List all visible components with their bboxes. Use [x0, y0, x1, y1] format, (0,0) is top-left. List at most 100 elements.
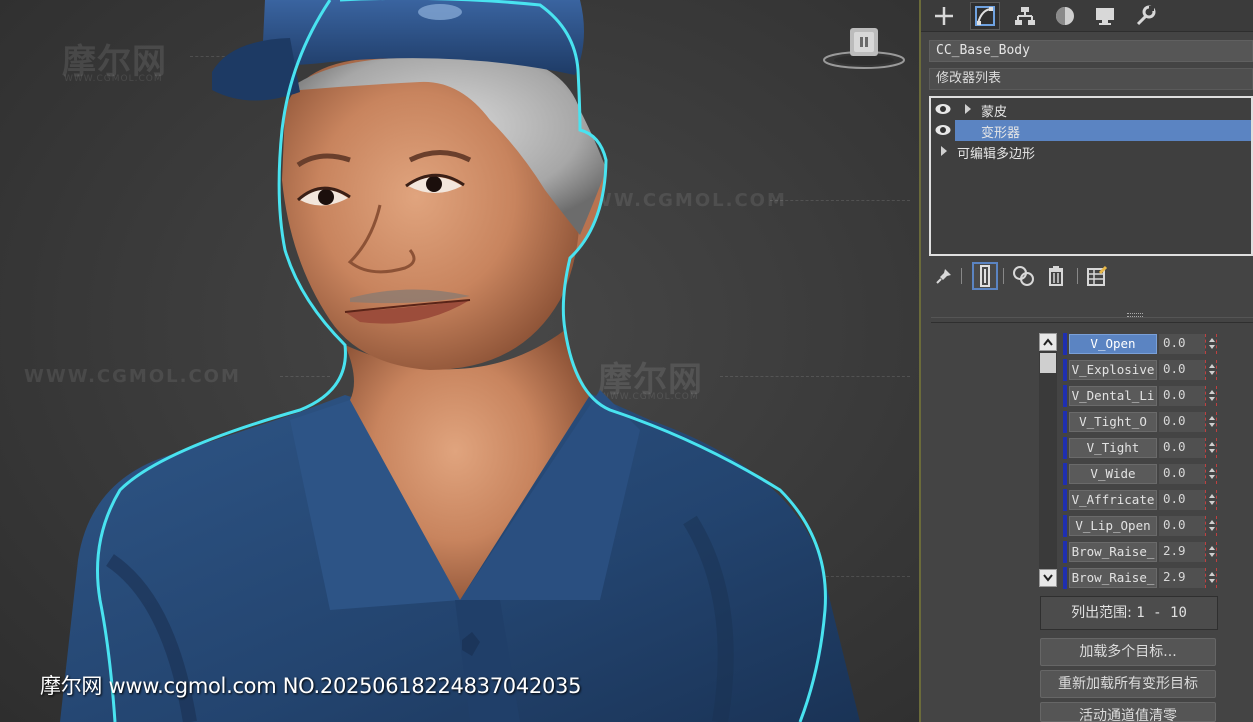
channel-value-field[interactable]: 2.9 — [1159, 542, 1205, 562]
character-model[interactable] — [0, 0, 919, 722]
reload-all-morph-targets-button[interactable]: 重新加载所有变形目标 — [1040, 670, 1216, 698]
channel-name-button[interactable]: V_Open — [1069, 334, 1157, 354]
channel-value-field[interactable]: 0.0 — [1159, 360, 1205, 380]
channel-spinner[interactable] — [1205, 516, 1217, 536]
channel-spinner[interactable] — [1205, 490, 1217, 510]
tab-utilities[interactable] — [1130, 2, 1160, 30]
modifier-list-dropdown[interactable]: 修改器列表 — [929, 68, 1253, 90]
stack-item-editable-poly[interactable]: 可编辑多边形 — [931, 141, 1251, 162]
scroll-down-button[interactable] — [1039, 569, 1057, 587]
remove-modifier-button[interactable] — [1043, 262, 1069, 290]
make-unique-button[interactable] — [1011, 262, 1037, 290]
channel-color-bar — [1063, 489, 1067, 511]
channel-value-field[interactable]: 0.0 — [1159, 490, 1205, 510]
channel-color-bar — [1063, 515, 1067, 537]
command-panel: CC_Base_Body 修改器列表 蒙皮 变形器 可编辑多边形 V_Open … — [921, 0, 1253, 722]
plus-icon — [935, 7, 953, 25]
eye-icon[interactable] — [935, 124, 951, 136]
channel-row: V_Lip_Open 0.0 — [1063, 515, 1223, 537]
motion-sphere-icon — [1056, 7, 1074, 25]
channel-row: Brow_Raise_ 2.9 — [1063, 567, 1223, 589]
object-name-field[interactable]: CC_Base_Body — [929, 40, 1253, 62]
channel-row: V_Tight 0.0 — [1063, 437, 1223, 459]
chevron-up-icon — [1043, 338, 1053, 346]
tab-hierarchy[interactable] — [1010, 2, 1040, 30]
expand-arrow-icon[interactable] — [965, 104, 971, 114]
scroll-up-button[interactable] — [1039, 333, 1057, 351]
channel-color-bar — [1063, 359, 1067, 381]
configure-modifier-sets-icon — [1087, 265, 1108, 286]
display-monitor-icon — [1096, 8, 1114, 25]
channel-spinner[interactable] — [1205, 438, 1217, 458]
tab-motion[interactable] — [1050, 2, 1080, 30]
scroll-thumb[interactable] — [1040, 353, 1056, 373]
tab-create[interactable] — [929, 2, 959, 30]
show-end-result-button[interactable] — [972, 262, 998, 290]
channel-name-button[interactable]: Brow_Raise_ — [1069, 568, 1157, 588]
tab-display[interactable] — [1090, 2, 1120, 30]
channel-value-field[interactable]: 0.0 — [1159, 516, 1205, 536]
watermark-caption: 摩尔网 www.cgmol.com NO.2025061822483704203… — [40, 674, 582, 698]
toolbar-separator — [1077, 268, 1078, 284]
load-multiple-targets-button[interactable]: 加载多个目标... — [1040, 638, 1216, 666]
channel-name-button[interactable]: V_Lip_Open — [1069, 516, 1157, 536]
wrench-icon — [1136, 5, 1156, 26]
stack-item-skin[interactable]: 蒙皮 — [931, 99, 1251, 120]
channel-value-field[interactable]: 0.0 — [1159, 438, 1205, 458]
channel-spinner[interactable] — [1205, 334, 1217, 354]
make-unique-icon — [1013, 266, 1034, 286]
stack-item-label: 蒙皮 — [981, 105, 1008, 120]
channel-color-bar — [1063, 385, 1067, 407]
hierarchy-icon — [1015, 7, 1035, 25]
iris-right — [426, 176, 442, 192]
zero-active-channels-button[interactable]: 活动通道值清零 — [1040, 702, 1216, 722]
3d-viewport[interactable]: 摩尔网 WWW.CGMOL.COM WWW.CGMOL.COM WWW.CGMO… — [0, 0, 919, 722]
list-range-display: 列出范围: 1 - 10 — [1040, 596, 1218, 630]
channel-row: V_Affricate 0.0 — [1063, 489, 1223, 511]
modifier-stack[interactable]: 蒙皮 变形器 可编辑多边形 — [929, 96, 1253, 256]
list-range-label: 列出范围: — [1071, 605, 1132, 621]
channel-spinner[interactable] — [1205, 568, 1217, 588]
rollout-separator — [931, 317, 1253, 318]
channel-row: V_Open 0.0 — [1063, 333, 1223, 355]
configure-modifier-sets-button[interactable] — [1084, 262, 1110, 290]
tab-modify[interactable] — [970, 2, 1000, 30]
channel-color-bar — [1063, 463, 1067, 485]
channel-name-button[interactable]: V_Tight_O — [1069, 412, 1157, 432]
channel-spinner[interactable] — [1205, 412, 1217, 432]
channel-name-button[interactable]: Brow_Raise_ — [1069, 542, 1157, 562]
channel-row: V_Explosive 0.0 — [1063, 359, 1223, 381]
show-end-result-icon — [980, 265, 990, 287]
channel-name-button[interactable]: V_Wide — [1069, 464, 1157, 484]
chevron-down-icon — [1043, 574, 1053, 582]
channel-scrollbar[interactable] — [1039, 333, 1057, 587]
stack-item-label: 变形器 — [981, 126, 1021, 141]
channel-name-button[interactable]: V_Explosive — [1069, 360, 1157, 380]
toolbar-separator — [961, 268, 962, 284]
channel-value-field[interactable]: 0.0 — [1159, 412, 1205, 432]
channel-value-field[interactable]: 0.0 — [1159, 464, 1205, 484]
channel-name-button[interactable]: V_Affricate — [1069, 490, 1157, 510]
channel-spinner[interactable] — [1205, 464, 1217, 484]
remove-modifier-icon — [1049, 266, 1063, 286]
channel-name-button[interactable]: V_Dental_Li — [1069, 386, 1157, 406]
channel-row: Brow_Raise_ 2.9 — [1063, 541, 1223, 563]
cap-highlight — [418, 4, 462, 20]
channel-value-field[interactable]: 0.0 — [1159, 386, 1205, 406]
expand-arrow-icon[interactable] — [941, 146, 947, 156]
channel-row: V_Wide 0.0 — [1063, 463, 1223, 485]
channel-spinner[interactable] — [1205, 386, 1217, 406]
channel-row: V_Tight_O 0.0 — [1063, 411, 1223, 433]
channel-value-field[interactable]: 0.0 — [1159, 334, 1205, 354]
channel-spinner[interactable] — [1205, 542, 1217, 562]
channel-spinner[interactable] — [1205, 360, 1217, 380]
channel-color-bar — [1063, 333, 1067, 355]
channel-value-field[interactable]: 2.9 — [1159, 568, 1205, 588]
pin-stack-button[interactable] — [931, 262, 957, 290]
channel-name-button[interactable]: V_Tight — [1069, 438, 1157, 458]
command-panel-tabs — [921, 0, 1253, 32]
stack-item-morpher[interactable]: 变形器 — [931, 120, 1251, 141]
viewcube-icon[interactable] — [822, 26, 906, 72]
eye-icon[interactable] — [935, 103, 951, 115]
pin-stack-icon — [936, 269, 951, 284]
